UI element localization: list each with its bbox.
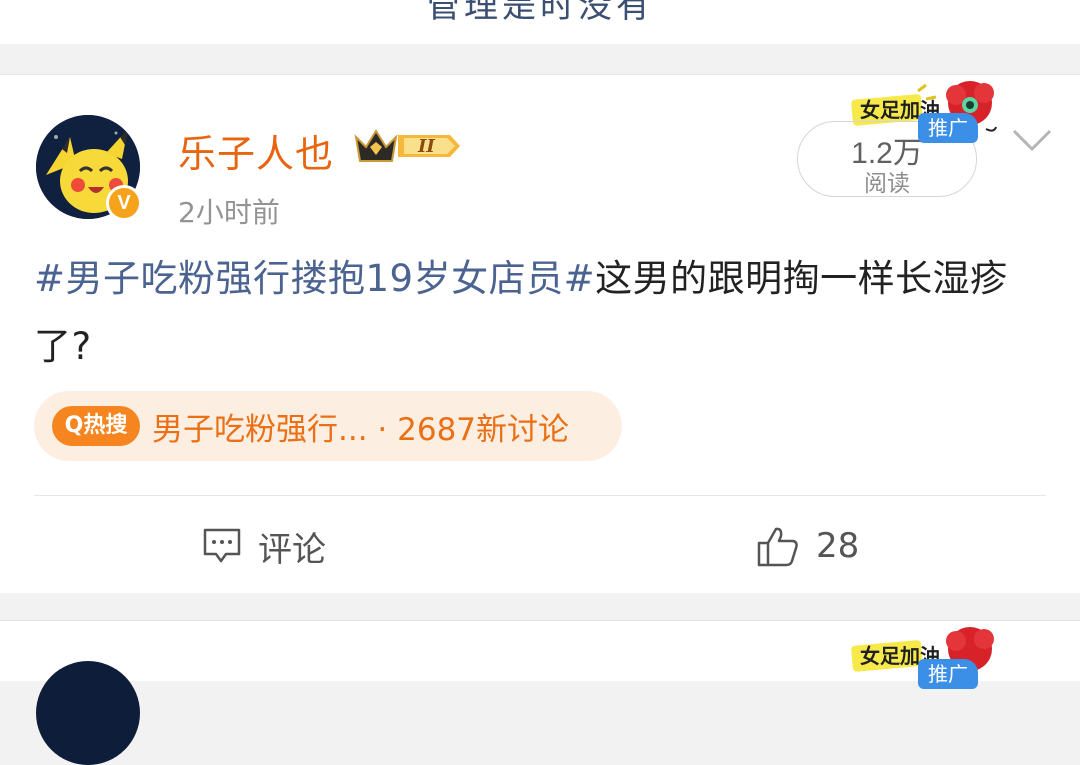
comment-label: 评论	[258, 529, 326, 570]
like-button[interactable]: 28	[756, 521, 859, 571]
verified-badge-icon: V	[106, 185, 142, 221]
next-avatar[interactable]	[36, 661, 140, 765]
comment-icon	[203, 528, 241, 563]
action-divider	[34, 495, 1046, 496]
post-text[interactable]: #男子吃粉强行搂抱19岁女店员#这男的跟明掏一样长湿疹了?	[34, 245, 1046, 381]
hot-search-separator: ·	[377, 412, 388, 448]
hot-search-discussion: 2687新讨论	[397, 412, 570, 448]
next-post-card[interactable]: 女足加油 推广	[0, 620, 1080, 765]
previous-post-footer: 管理是时没有	[0, 0, 1080, 44]
read-label: 阅读	[864, 171, 910, 197]
chevron-down-icon[interactable]	[1010, 127, 1054, 155]
next-promo-tag: 推广	[918, 659, 978, 689]
comment-button[interactable]: 评论	[202, 521, 326, 571]
hot-search-topic: 男子吃粉强行...	[152, 412, 368, 448]
like-count: 28	[816, 526, 860, 566]
post-timestamp: 2小时前	[178, 196, 280, 229]
hot-search-pill[interactable]: Q热搜 男子吃粉强行... · 2687新讨论	[34, 391, 622, 461]
post-card[interactable]: V 乐子人也 II 2小时前 女足加油 1.2万 阅读 推广 #男子吃粉强行搂抱…	[0, 74, 1080, 593]
thumbs-up-icon	[757, 527, 798, 567]
promo-tag: 推广	[918, 113, 978, 143]
username[interactable]: 乐子人也	[178, 123, 334, 178]
post-hashtag-link[interactable]: #男子吃粉强行搂抱19岁女店员#	[34, 257, 595, 300]
previous-post-footer-text: 管理是时没有	[426, 0, 654, 26]
vip-crown-badge-icon[interactable]: II	[352, 125, 462, 167]
hot-search-icon: Q热搜	[52, 406, 140, 446]
vip-level-label: II	[417, 136, 435, 157]
hot-search-text: 男子吃粉强行... · 2687新讨论	[152, 404, 569, 449]
